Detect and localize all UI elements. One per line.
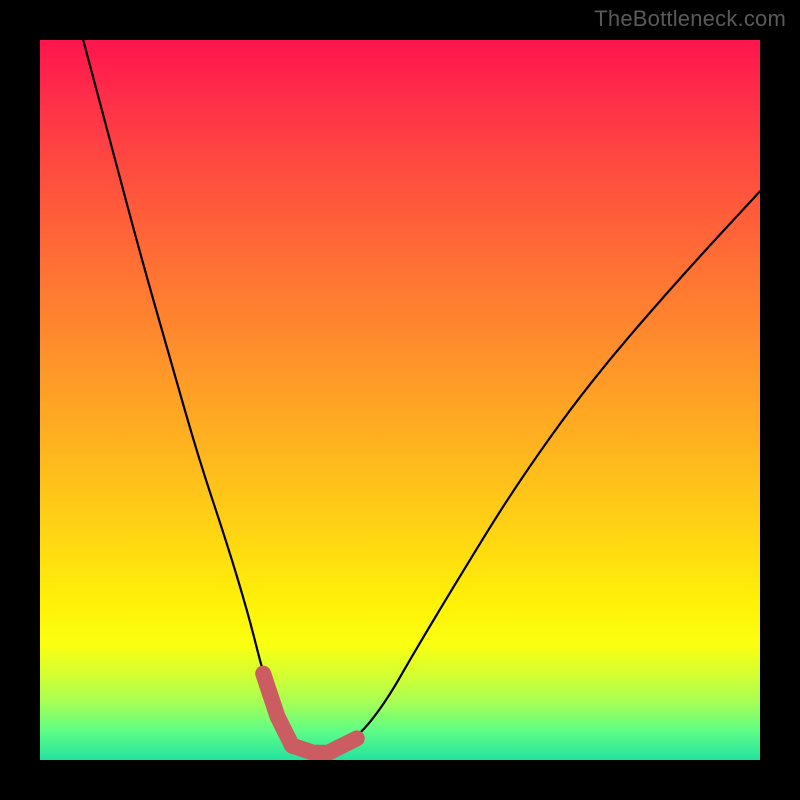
watermark-text: TheBottleneck.com (594, 6, 786, 32)
chart-frame: TheBottleneck.com (0, 0, 800, 800)
valley-highlight (263, 674, 357, 753)
bottleneck-curve (83, 40, 760, 753)
plot-area (40, 40, 760, 760)
curve-layer (40, 40, 760, 760)
